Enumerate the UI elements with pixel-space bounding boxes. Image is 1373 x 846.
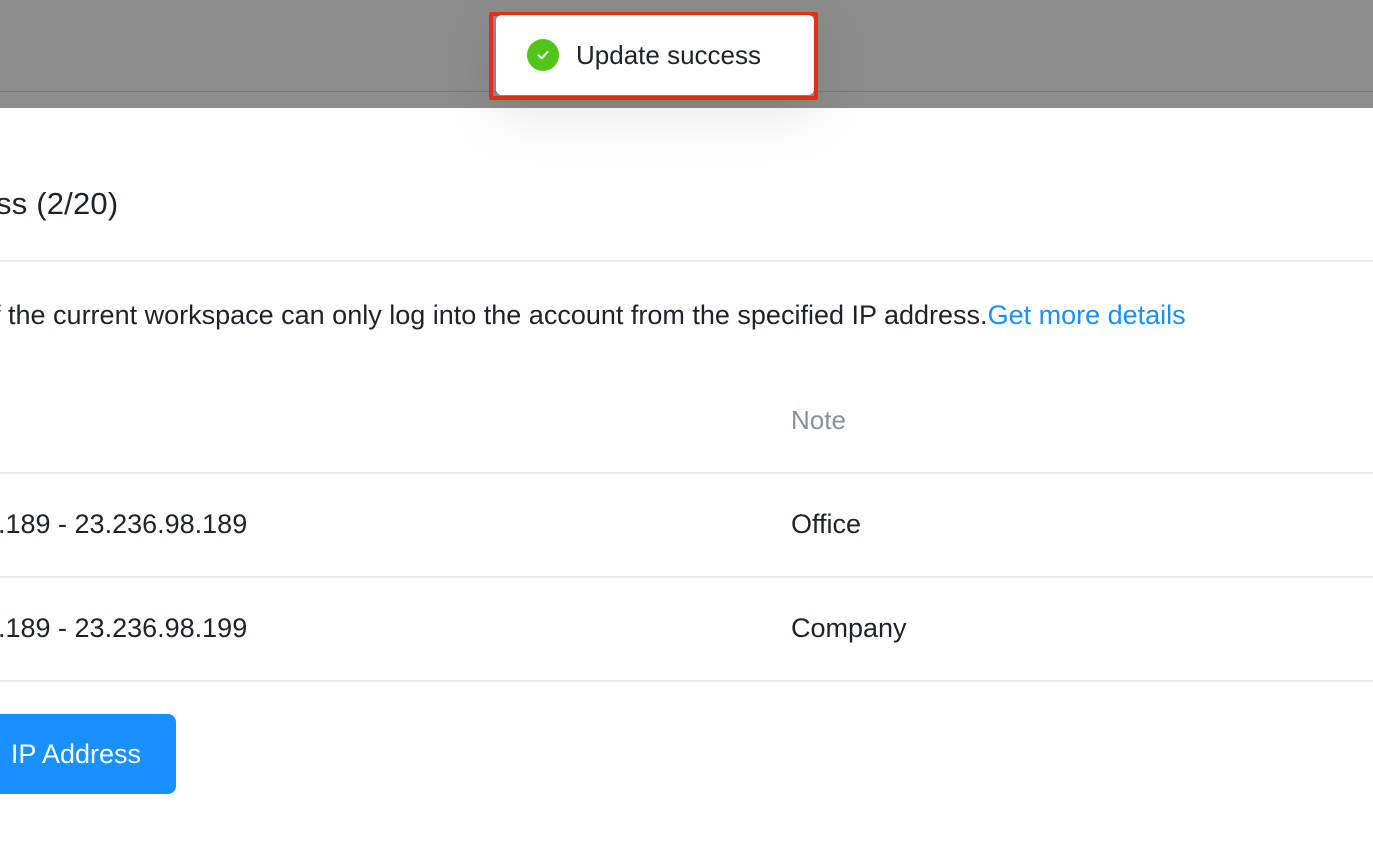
column-header-note: Note [791, 405, 846, 435]
section-title: ss (2/20) [0, 186, 119, 221]
success-toast: Update success [496, 15, 814, 95]
title-divider [0, 260, 1373, 262]
page: Update success ss (2/20) of the current … [0, 0, 1373, 846]
table-row-ip: .189 - 23.236.98.189 [0, 509, 248, 539]
table-row-note: Office [791, 509, 862, 539]
table-row-note: Company [791, 613, 907, 643]
table-row-divider [0, 576, 1373, 578]
get-more-details-link[interactable]: Get more details [988, 300, 1186, 330]
table-header-divider [0, 472, 1373, 474]
toast-message: Update success [576, 39, 761, 70]
table-row-ip: .189 - 23.236.98.199 [0, 613, 248, 643]
add-ip-address-label: IP Address [10, 738, 141, 769]
table-row-divider [0, 680, 1373, 682]
check-circle-icon [527, 39, 559, 71]
add-ip-address-button[interactable]: IP Address [0, 714, 176, 794]
description: of the current workspace can only log in… [0, 300, 1186, 331]
description-text: of the current workspace can only log in… [0, 300, 988, 330]
